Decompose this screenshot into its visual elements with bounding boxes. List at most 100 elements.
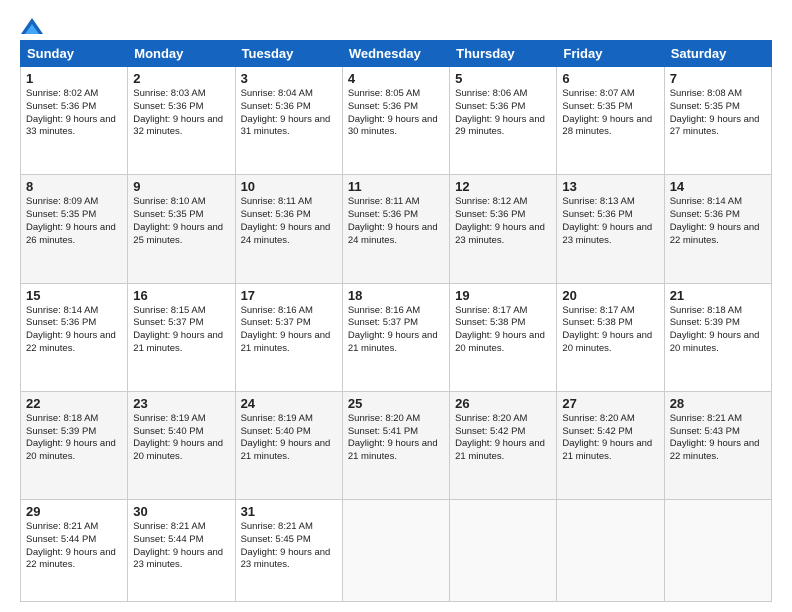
calendar-cell: 5 Sunrise: 8:06 AMSunset: 5:36 PMDayligh… [450, 67, 557, 175]
calendar-cell: 12 Sunrise: 8:12 AMSunset: 5:36 PMDaylig… [450, 175, 557, 283]
cell-info: Sunrise: 8:18 AMSunset: 5:39 PMDaylight:… [670, 305, 760, 354]
day-number: 24 [241, 396, 337, 411]
calendar-cell: 29 Sunrise: 8:21 AMSunset: 5:44 PMDaylig… [21, 500, 128, 602]
calendar-day-header: Tuesday [235, 41, 342, 67]
calendar-day-header: Sunday [21, 41, 128, 67]
cell-info: Sunrise: 8:14 AMSunset: 5:36 PMDaylight:… [670, 196, 760, 245]
cell-info: Sunrise: 8:19 AMSunset: 5:40 PMDaylight:… [241, 413, 331, 462]
day-number: 14 [670, 179, 766, 194]
logo [20, 18, 45, 30]
cell-info: Sunrise: 8:07 AMSunset: 5:35 PMDaylight:… [562, 88, 652, 137]
calendar-header-row: SundayMondayTuesdayWednesdayThursdayFrid… [21, 41, 772, 67]
cell-info: Sunrise: 8:21 AMSunset: 5:44 PMDaylight:… [26, 521, 116, 570]
day-number: 6 [562, 71, 658, 86]
day-number: 28 [670, 396, 766, 411]
day-number: 26 [455, 396, 551, 411]
day-number: 12 [455, 179, 551, 194]
calendar-cell [557, 500, 664, 602]
calendar-cell: 4 Sunrise: 8:05 AMSunset: 5:36 PMDayligh… [342, 67, 449, 175]
cell-info: Sunrise: 8:05 AMSunset: 5:36 PMDaylight:… [348, 88, 438, 137]
cell-info: Sunrise: 8:11 AMSunset: 5:36 PMDaylight:… [348, 196, 438, 245]
day-number: 7 [670, 71, 766, 86]
cell-info: Sunrise: 8:17 AMSunset: 5:38 PMDaylight:… [562, 305, 652, 354]
calendar-cell: 20 Sunrise: 8:17 AMSunset: 5:38 PMDaylig… [557, 283, 664, 391]
calendar-day-header: Friday [557, 41, 664, 67]
header [20, 18, 772, 30]
cell-info: Sunrise: 8:08 AMSunset: 5:35 PMDaylight:… [670, 88, 760, 137]
cell-info: Sunrise: 8:04 AMSunset: 5:36 PMDaylight:… [241, 88, 331, 137]
calendar-day-header: Saturday [664, 41, 771, 67]
cell-info: Sunrise: 8:20 AMSunset: 5:41 PMDaylight:… [348, 413, 438, 462]
cell-info: Sunrise: 8:20 AMSunset: 5:42 PMDaylight:… [455, 413, 545, 462]
day-number: 15 [26, 288, 122, 303]
calendar-day-header: Wednesday [342, 41, 449, 67]
calendar-cell: 6 Sunrise: 8:07 AMSunset: 5:35 PMDayligh… [557, 67, 664, 175]
calendar-cell: 16 Sunrise: 8:15 AMSunset: 5:37 PMDaylig… [128, 283, 235, 391]
cell-info: Sunrise: 8:06 AMSunset: 5:36 PMDaylight:… [455, 88, 545, 137]
calendar-cell: 24 Sunrise: 8:19 AMSunset: 5:40 PMDaylig… [235, 391, 342, 499]
day-number: 9 [133, 179, 229, 194]
calendar-cell: 17 Sunrise: 8:16 AMSunset: 5:37 PMDaylig… [235, 283, 342, 391]
day-number: 8 [26, 179, 122, 194]
calendar-cell: 7 Sunrise: 8:08 AMSunset: 5:35 PMDayligh… [664, 67, 771, 175]
cell-info: Sunrise: 8:17 AMSunset: 5:38 PMDaylight:… [455, 305, 545, 354]
calendar-cell [450, 500, 557, 602]
cell-info: Sunrise: 8:10 AMSunset: 5:35 PMDaylight:… [133, 196, 223, 245]
cell-info: Sunrise: 8:19 AMSunset: 5:40 PMDaylight:… [133, 413, 223, 462]
calendar-cell: 22 Sunrise: 8:18 AMSunset: 5:39 PMDaylig… [21, 391, 128, 499]
calendar-cell: 19 Sunrise: 8:17 AMSunset: 5:38 PMDaylig… [450, 283, 557, 391]
calendar-cell: 15 Sunrise: 8:14 AMSunset: 5:36 PMDaylig… [21, 283, 128, 391]
day-number: 11 [348, 179, 444, 194]
calendar-day-header: Thursday [450, 41, 557, 67]
page: SundayMondayTuesdayWednesdayThursdayFrid… [0, 0, 792, 612]
calendar-cell: 13 Sunrise: 8:13 AMSunset: 5:36 PMDaylig… [557, 175, 664, 283]
day-number: 29 [26, 504, 122, 519]
logo-icon [21, 18, 43, 34]
day-number: 16 [133, 288, 229, 303]
calendar-cell: 18 Sunrise: 8:16 AMSunset: 5:37 PMDaylig… [342, 283, 449, 391]
cell-info: Sunrise: 8:16 AMSunset: 5:37 PMDaylight:… [241, 305, 331, 354]
cell-info: Sunrise: 8:12 AMSunset: 5:36 PMDaylight:… [455, 196, 545, 245]
cell-info: Sunrise: 8:20 AMSunset: 5:42 PMDaylight:… [562, 413, 652, 462]
day-number: 21 [670, 288, 766, 303]
cell-info: Sunrise: 8:13 AMSunset: 5:36 PMDaylight:… [562, 196, 652, 245]
calendar-cell: 14 Sunrise: 8:14 AMSunset: 5:36 PMDaylig… [664, 175, 771, 283]
day-number: 27 [562, 396, 658, 411]
calendar-cell: 8 Sunrise: 8:09 AMSunset: 5:35 PMDayligh… [21, 175, 128, 283]
day-number: 22 [26, 396, 122, 411]
calendar: SundayMondayTuesdayWednesdayThursdayFrid… [20, 40, 772, 602]
day-number: 19 [455, 288, 551, 303]
calendar-cell: 3 Sunrise: 8:04 AMSunset: 5:36 PMDayligh… [235, 67, 342, 175]
calendar-cell: 25 Sunrise: 8:20 AMSunset: 5:41 PMDaylig… [342, 391, 449, 499]
cell-info: Sunrise: 8:02 AMSunset: 5:36 PMDaylight:… [26, 88, 116, 137]
calendar-cell: 31 Sunrise: 8:21 AMSunset: 5:45 PMDaylig… [235, 500, 342, 602]
day-number: 20 [562, 288, 658, 303]
cell-info: Sunrise: 8:21 AMSunset: 5:43 PMDaylight:… [670, 413, 760, 462]
cell-info: Sunrise: 8:11 AMSunset: 5:36 PMDaylight:… [241, 196, 331, 245]
calendar-cell: 10 Sunrise: 8:11 AMSunset: 5:36 PMDaylig… [235, 175, 342, 283]
calendar-cell: 27 Sunrise: 8:20 AMSunset: 5:42 PMDaylig… [557, 391, 664, 499]
calendar-day-header: Monday [128, 41, 235, 67]
day-number: 31 [241, 504, 337, 519]
day-number: 18 [348, 288, 444, 303]
calendar-cell [664, 500, 771, 602]
day-number: 30 [133, 504, 229, 519]
day-number: 1 [26, 71, 122, 86]
calendar-cell: 21 Sunrise: 8:18 AMSunset: 5:39 PMDaylig… [664, 283, 771, 391]
cell-info: Sunrise: 8:03 AMSunset: 5:36 PMDaylight:… [133, 88, 223, 137]
day-number: 23 [133, 396, 229, 411]
day-number: 17 [241, 288, 337, 303]
day-number: 13 [562, 179, 658, 194]
calendar-cell [342, 500, 449, 602]
cell-info: Sunrise: 8:21 AMSunset: 5:45 PMDaylight:… [241, 521, 331, 570]
day-number: 4 [348, 71, 444, 86]
calendar-cell: 1 Sunrise: 8:02 AMSunset: 5:36 PMDayligh… [21, 67, 128, 175]
calendar-cell: 30 Sunrise: 8:21 AMSunset: 5:44 PMDaylig… [128, 500, 235, 602]
cell-info: Sunrise: 8:15 AMSunset: 5:37 PMDaylight:… [133, 305, 223, 354]
calendar-cell: 2 Sunrise: 8:03 AMSunset: 5:36 PMDayligh… [128, 67, 235, 175]
day-number: 2 [133, 71, 229, 86]
calendar-cell: 28 Sunrise: 8:21 AMSunset: 5:43 PMDaylig… [664, 391, 771, 499]
day-number: 10 [241, 179, 337, 194]
day-number: 5 [455, 71, 551, 86]
day-number: 25 [348, 396, 444, 411]
